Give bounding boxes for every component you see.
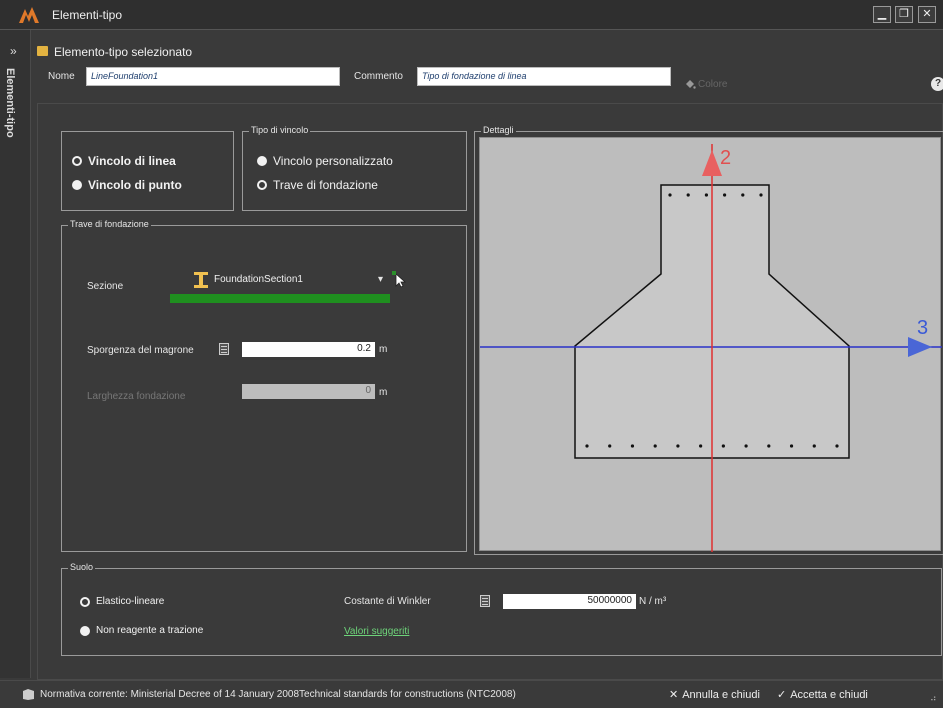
status-bar: Normativa corrente: Ministerial Decree o… bbox=[0, 680, 943, 708]
section-preview-canvas: 3 2 bbox=[479, 137, 942, 552]
app-logo-icon bbox=[19, 7, 39, 23]
winkler-label: Costante di Winkler bbox=[344, 596, 431, 607]
dettagli-title: Dettagli bbox=[481, 125, 516, 135]
suolo-group: Suolo Elastico-lineare Non reagente a tr… bbox=[61, 562, 942, 656]
rebar-dot bbox=[812, 444, 816, 448]
rebar-dot bbox=[676, 444, 680, 448]
radio-trave-fondazione[interactable]: Trave di fondazione bbox=[257, 178, 378, 192]
radio-selected-icon bbox=[80, 596, 90, 607]
trave-fondazione-group: Trave di fondazione Sezione FoundationSe… bbox=[61, 219, 467, 552]
suolo-title: Suolo bbox=[68, 562, 96, 572]
chevron-down-icon[interactable]: ▾ bbox=[378, 274, 383, 285]
cancel-button[interactable]: ✕ Annulla e chiudi bbox=[669, 688, 760, 702]
radio-label: Trave di fondazione bbox=[273, 178, 378, 192]
rebar-dot bbox=[630, 444, 635, 448]
axis-2-label: 2 bbox=[720, 147, 731, 169]
radio-label: Vincolo di linea bbox=[88, 154, 176, 168]
rebar-dot bbox=[704, 193, 708, 197]
winkler-input[interactable]: 50000000 bbox=[503, 594, 636, 609]
section-color-bar bbox=[170, 294, 390, 303]
close-icon: ✕ bbox=[669, 689, 679, 701]
paint-bucket-icon[interactable] bbox=[684, 78, 696, 90]
rebar-dot bbox=[767, 444, 771, 448]
larghezza-input: 0 bbox=[242, 384, 375, 399]
calculator-icon[interactable] bbox=[219, 343, 229, 355]
radio-non-reagente[interactable]: Non reagente a trazione bbox=[80, 625, 203, 636]
normativa-text: Normativa corrente: Ministerial Decree o… bbox=[40, 689, 516, 700]
side-tab-label[interactable]: Elementi-tipo bbox=[4, 68, 16, 138]
axis-3-label: 3 bbox=[917, 317, 928, 339]
nome-label: Nome bbox=[48, 71, 75, 82]
magrone-unit: m bbox=[379, 344, 388, 355]
radio-vincolo-personalizzato[interactable]: Vincolo personalizzato bbox=[257, 154, 393, 168]
radio-selected-icon bbox=[257, 180, 267, 190]
rebar-dot bbox=[686, 193, 690, 197]
rebar-dot bbox=[835, 444, 839, 448]
rebar-dot bbox=[759, 193, 763, 197]
larghezza-label: Larghezza fondazione bbox=[87, 391, 186, 402]
axis-2-arrow bbox=[702, 150, 722, 176]
magrone-label: Sporgenza del magrone bbox=[87, 345, 194, 356]
window-title: Elementi-tipo bbox=[52, 8, 123, 22]
axis-3-arrow bbox=[908, 337, 932, 357]
trave-fondazione-title: Trave di fondazione bbox=[68, 219, 151, 229]
larghezza-unit: m bbox=[379, 387, 388, 398]
calculator-icon[interactable] bbox=[480, 595, 490, 607]
vincolo-group: Vincolo di linea Vincolo di punto bbox=[61, 131, 234, 211]
colore-button[interactable]: Colore bbox=[698, 79, 727, 90]
accept-button[interactable]: ✓ Accetta e chiudi bbox=[777, 688, 868, 702]
element-type-icon bbox=[37, 46, 48, 56]
radio-vincolo-linea[interactable]: Vincolo di linea bbox=[72, 154, 176, 168]
rebar-dot bbox=[699, 444, 703, 448]
section-drawing: 3 2 bbox=[480, 144, 942, 552]
radio-vincolo-punto[interactable]: Vincolo di punto bbox=[72, 178, 182, 192]
tipo-vincolo-group: Tipo di vincolo Vincolo personalizzato T… bbox=[242, 125, 467, 211]
radio-label: Elastico-lineare bbox=[96, 596, 165, 607]
title-bar: Elementi-tipo ▁ ❐ ✕ bbox=[0, 0, 943, 30]
radio-unselected-icon bbox=[80, 625, 90, 636]
checkmark-icon: ✓ bbox=[777, 689, 787, 701]
rebar-dot bbox=[744, 444, 748, 448]
magrone-input[interactable]: 0.2 bbox=[242, 342, 375, 357]
radio-label: Vincolo di punto bbox=[88, 178, 182, 192]
help-icon[interactable]: ? bbox=[931, 77, 943, 91]
sezione-select[interactable]: FoundationSection1 bbox=[214, 274, 303, 285]
rebar-dot bbox=[741, 193, 745, 197]
rebar-dot bbox=[585, 444, 589, 448]
minimize-icon[interactable]: ▁ bbox=[873, 6, 891, 23]
radio-elastico-lineare[interactable]: Elastico-lineare bbox=[80, 596, 164, 607]
sezione-label: Sezione bbox=[87, 281, 124, 292]
rebar-dot bbox=[608, 444, 612, 448]
cancel-label: Annulla e chiudi bbox=[682, 688, 760, 701]
valori-suggeriti-link[interactable]: Valori suggeriti bbox=[344, 626, 409, 637]
rebar-dot bbox=[723, 193, 727, 197]
radio-label: Non reagente a trazione bbox=[96, 625, 204, 636]
section-title: Elemento-tipo selezionato bbox=[54, 45, 193, 59]
commento-input[interactable]: Tipo di fondazione di linea bbox=[417, 67, 671, 86]
standard-icon bbox=[23, 689, 34, 700]
select-cursor-icon[interactable] bbox=[390, 270, 406, 288]
accept-label: Accetta e chiudi bbox=[790, 688, 868, 701]
resize-grip-icon[interactable]: ⠴ bbox=[930, 693, 937, 704]
side-panel-tab[interactable]: » Elementi-tipo bbox=[0, 30, 31, 678]
rebar-dot bbox=[668, 193, 672, 197]
rebar-dot bbox=[653, 444, 657, 448]
expand-chevron-icon[interactable]: » bbox=[10, 44, 17, 58]
rebar-dot bbox=[789, 444, 794, 448]
i-beam-icon bbox=[194, 272, 208, 288]
radio-unselected-icon bbox=[257, 156, 267, 166]
radio-unselected-icon bbox=[72, 180, 82, 190]
nome-input[interactable]: LineFoundation1 bbox=[86, 67, 340, 86]
tipo-vincolo-title: Tipo di vincolo bbox=[249, 125, 311, 135]
rebar-dot bbox=[721, 444, 725, 448]
radio-selected-icon bbox=[72, 156, 82, 166]
close-icon[interactable]: ✕ bbox=[918, 6, 936, 23]
winkler-unit: N / m³ bbox=[639, 596, 667, 607]
restore-icon[interactable]: ❐ bbox=[895, 6, 913, 23]
commento-label: Commento bbox=[354, 71, 403, 82]
radio-label: Vincolo personalizzato bbox=[273, 154, 393, 168]
